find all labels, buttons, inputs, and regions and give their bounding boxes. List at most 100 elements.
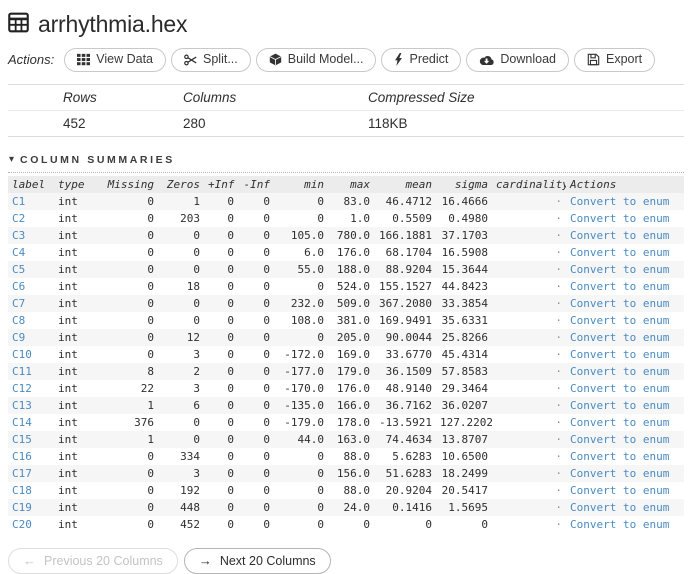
convert-to-enum-link[interactable]: Convert to enum bbox=[570, 212, 669, 225]
cell-pinf: 0 bbox=[204, 260, 238, 278]
column-label-link[interactable]: C20 bbox=[12, 518, 32, 531]
button-label: Predict bbox=[409, 52, 449, 66]
column-label-link[interactable]: C6 bbox=[12, 280, 25, 293]
cell-cardinality: · bbox=[492, 226, 566, 244]
export-button[interactable]: Export bbox=[573, 48, 656, 72]
cell-max: 524.0 bbox=[336, 279, 370, 293]
column-label-link[interactable]: C12 bbox=[12, 382, 32, 395]
cell-type: int bbox=[54, 464, 100, 482]
cell-ninf: 0 bbox=[263, 211, 270, 225]
view-data-button[interactable]: View Data bbox=[64, 48, 166, 72]
column-label-link[interactable]: C15 bbox=[12, 433, 32, 446]
cell-sigma: 57.8583 bbox=[436, 362, 492, 380]
cell-ninf: 0 bbox=[263, 245, 270, 259]
cell-pinf: 0 bbox=[227, 449, 234, 463]
convert-to-enum-link[interactable]: Convert to enum bbox=[570, 416, 669, 429]
cell-sigma: 0.4980 bbox=[448, 211, 488, 225]
cell-label: C8 bbox=[8, 312, 54, 329]
cell-label: C3 bbox=[8, 226, 54, 244]
convert-to-enum-link[interactable]: Convert to enum bbox=[570, 399, 669, 412]
cell-min: 0 bbox=[317, 449, 324, 463]
cell-mean: 166.1881 bbox=[374, 226, 436, 244]
table-row: C1 int 0 1 0 0 0 83.0 46.4712 16.4666 · Convert to … bbox=[8, 192, 684, 210]
convert-to-enum-link[interactable]: Convert to enum bbox=[570, 246, 669, 259]
cell-sigma: 45.4314 bbox=[441, 347, 488, 361]
cell-mean: 5.6283 bbox=[392, 449, 432, 463]
table-row: C20 int 0 452 0 0 0 0 0 0 · Convert to enum bbox=[8, 516, 684, 533]
convert-to-enum-link[interactable]: Convert to enum bbox=[570, 195, 669, 208]
cell-actions: Convert to enum bbox=[566, 244, 684, 261]
cell-cardinality: · bbox=[492, 396, 566, 414]
cell-pinf: 0 bbox=[204, 192, 238, 210]
pagination: ← Previous 20 Columns → Next 20 Columns bbox=[8, 547, 684, 574]
cell-missing: 0 bbox=[100, 260, 158, 278]
convert-to-enum-link[interactable]: Convert to enum bbox=[570, 263, 669, 276]
column-label-link[interactable]: C4 bbox=[12, 246, 25, 259]
cell-actions: Convert to enum bbox=[566, 448, 684, 465]
cell-type: int bbox=[58, 279, 78, 293]
convert-to-enum-link[interactable]: Convert to enum bbox=[570, 433, 669, 446]
table-row: C13 int 1 6 0 0 -135.0 166.0 36.7162 36.0207 · Conv… bbox=[8, 396, 684, 414]
convert-to-enum-link[interactable]: Convert to enum bbox=[570, 331, 669, 344]
cell-actions: Convert to enum bbox=[566, 294, 684, 312]
cell-zeros: 2 bbox=[158, 362, 204, 380]
split-button[interactable]: Split... bbox=[171, 48, 251, 72]
convert-to-enum-link[interactable]: Convert to enum bbox=[570, 365, 669, 378]
frame-summary: Rows Columns Compressed Size 452 280 118… bbox=[8, 83, 684, 137]
convert-to-enum-link[interactable]: Convert to enum bbox=[570, 518, 669, 531]
column-label-link[interactable]: C16 bbox=[12, 450, 32, 463]
column-label-link[interactable]: C17 bbox=[12, 467, 32, 480]
cell-pinf: 0 bbox=[204, 430, 238, 448]
column-label-link[interactable]: C13 bbox=[12, 399, 32, 412]
convert-to-enum-link[interactable]: Convert to enum bbox=[570, 450, 669, 463]
convert-to-enum-link[interactable]: Convert to enum bbox=[570, 229, 669, 242]
column-label-link[interactable]: C3 bbox=[12, 229, 25, 242]
rows-header: Rows bbox=[8, 84, 183, 111]
column-summaries-header-row: label type Missing Zeros +Inf -Inf min max mean s… bbox=[8, 175, 684, 193]
convert-to-enum-link[interactable]: Convert to enum bbox=[570, 467, 669, 480]
convert-to-enum-link[interactable]: Convert to enum bbox=[570, 348, 669, 361]
next-20-columns-button[interactable]: → Next 20 Columns bbox=[183, 547, 331, 574]
frame-title-row: arrhythmia.hex bbox=[8, 6, 684, 47]
cell-min: 0 bbox=[274, 192, 328, 210]
convert-to-enum-link[interactable]: Convert to enum bbox=[570, 484, 669, 497]
build-model-button[interactable]: Build Model... bbox=[255, 48, 377, 72]
column-summaries-section-toggle[interactable]: ▾ COLUMN SUMMARIES bbox=[8, 150, 684, 173]
column-label-link[interactable]: C2 bbox=[12, 212, 25, 225]
download-button[interactable]: Download bbox=[466, 48, 569, 72]
column-label-link[interactable]: C14 bbox=[12, 416, 32, 429]
convert-to-enum-link[interactable]: Convert to enum bbox=[570, 280, 669, 293]
cell-max: 88.0 bbox=[343, 449, 371, 463]
column-label-link[interactable]: C8 bbox=[12, 314, 25, 327]
convert-to-enum-link[interactable]: Convert to enum bbox=[570, 382, 669, 395]
caret-down-icon: ▾ bbox=[9, 154, 15, 166]
cell-max: 509.0 bbox=[328, 294, 374, 312]
column-label-link[interactable]: C18 bbox=[12, 484, 32, 497]
cell-min: -170.0 bbox=[284, 381, 324, 395]
column-label-link[interactable]: C19 bbox=[12, 501, 32, 514]
column-label-link[interactable]: C1 bbox=[12, 195, 25, 208]
column-header-ninf: -Inf bbox=[238, 175, 274, 193]
cell-missing: 0 bbox=[100, 226, 158, 244]
cell-min: -177.0 bbox=[274, 362, 328, 380]
table-row: C11 int 8 2 0 0 -177.0 179.0 36.1509 57.8583 · Conv… bbox=[8, 362, 684, 380]
predict-button[interactable]: Predict bbox=[381, 48, 462, 72]
column-label-link[interactable]: C7 bbox=[12, 297, 25, 310]
column-label-link[interactable]: C10 bbox=[12, 348, 32, 361]
column-header-sigma: sigma bbox=[436, 175, 492, 193]
convert-to-enum-link[interactable]: Convert to enum bbox=[570, 297, 669, 310]
column-label-link[interactable]: C11 bbox=[12, 365, 32, 378]
column-label-link[interactable]: C5 bbox=[12, 263, 25, 276]
columns-header: Columns bbox=[183, 84, 368, 111]
convert-to-enum-link[interactable]: Convert to enum bbox=[570, 501, 669, 514]
column-label-link[interactable]: C9 bbox=[12, 331, 25, 344]
cell-cardinality: · bbox=[555, 245, 562, 259]
columns-value: 280 bbox=[183, 115, 206, 131]
convert-to-enum-link[interactable]: Convert to enum bbox=[570, 314, 669, 327]
cell-min: 55.0 bbox=[274, 260, 328, 278]
cell-actions: Convert to enum bbox=[566, 210, 684, 227]
cell-cardinality: · bbox=[492, 260, 566, 278]
cell-ninf: 0 bbox=[263, 483, 270, 497]
cell-missing: 0 bbox=[100, 294, 158, 312]
previous-20-columns-button[interactable]: ← Previous 20 Columns bbox=[8, 547, 178, 574]
